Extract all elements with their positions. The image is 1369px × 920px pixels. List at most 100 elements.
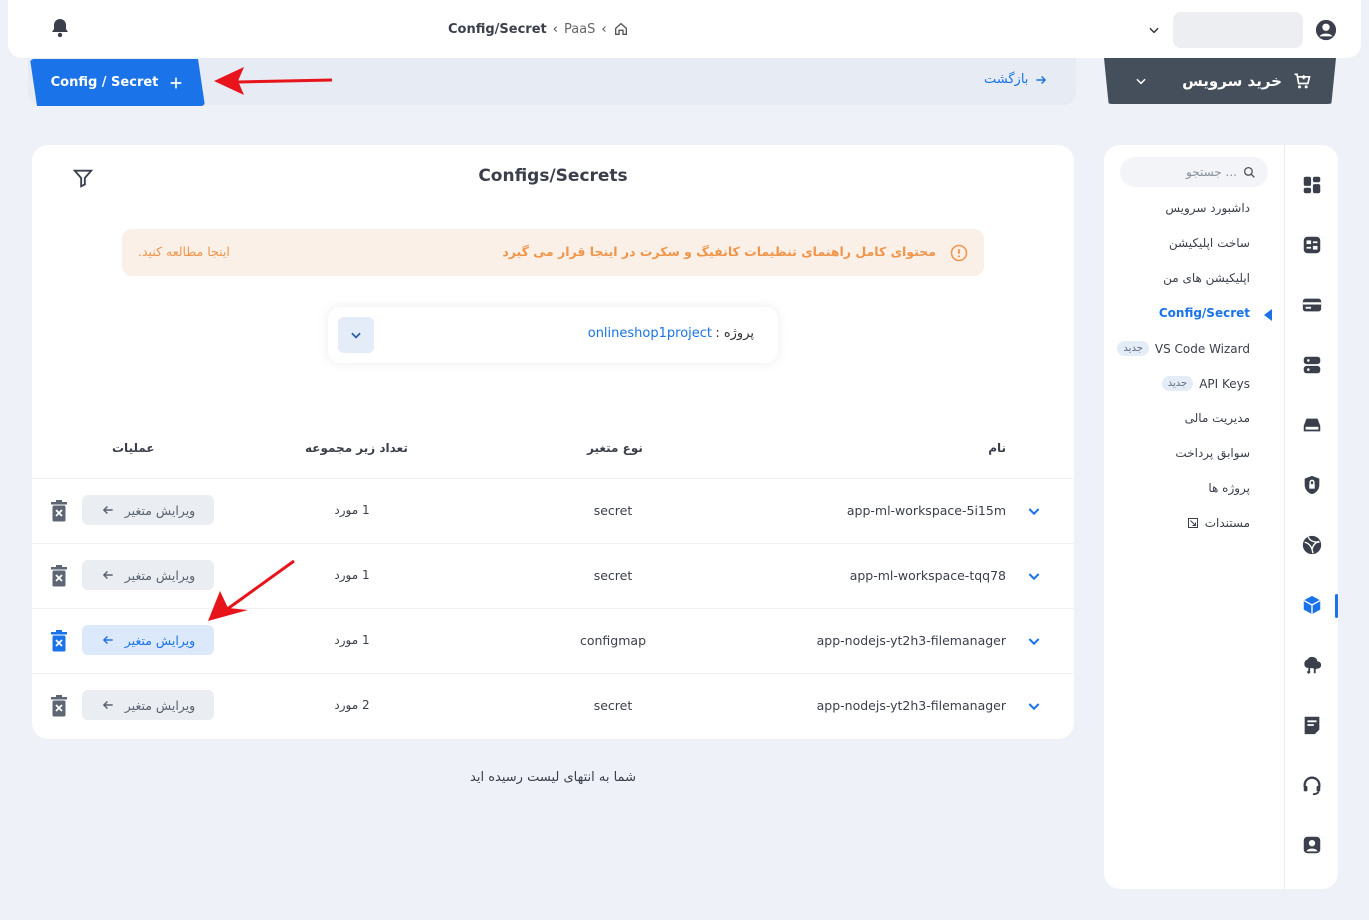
sidebar-item-label: پروژه ها: [1208, 481, 1250, 495]
sidebar-item-label: ساخت اپلیکیشن: [1168, 236, 1250, 250]
row-name: app-nodejs-yt2h3-filemanager: [816, 633, 1006, 648]
edit-variable-label: ویرایش متغیر: [124, 567, 196, 583]
configs-card: Configs/Secrets محتوای کامل راهنمای تنظی…: [32, 145, 1074, 739]
back-label: بازگشت: [984, 72, 1029, 87]
annotation-arrow-icon: [208, 559, 295, 621]
row-count: 1 مورد: [334, 633, 370, 647]
sidebar-search-input[interactable]: جستجو ...: [1120, 157, 1268, 187]
project-value: onlineshop1project: [587, 326, 712, 341]
column-header-type: نوع متغیر: [587, 441, 643, 455]
delete-icon[interactable]: [50, 500, 68, 522]
row-type: secret: [593, 503, 633, 518]
card-icon[interactable]: [1301, 294, 1323, 316]
security-lock-icon[interactable]: [1301, 474, 1323, 496]
user-avatar-icon[interactable]: [1315, 19, 1337, 41]
cart-icon: [1294, 73, 1311, 89]
sidebar-item-label: سوابق پرداخت: [1175, 446, 1250, 460]
sidebar-item-label: مدیریت مالی: [1184, 411, 1250, 425]
edit-variable-label: ویرایش متغیر: [124, 697, 196, 713]
row-count: 1 مورد: [334, 503, 370, 517]
edit-variable-button[interactable]: ویرایش متغیر: [82, 690, 214, 720]
breadcrumb-current: Config/Secret: [448, 21, 547, 37]
back-link[interactable]: بازگشت: [984, 72, 1048, 87]
project-selector[interactable]: پروژه : onlineshop1project: [328, 307, 778, 363]
sidebar-item-api-keys[interactable]: API Keys جدید: [1161, 376, 1250, 391]
app-builder-icon[interactable]: [1301, 234, 1323, 256]
external-link-icon: [1187, 518, 1198, 528]
row-name: app-nodejs-yt2h3-filemanager: [816, 698, 1006, 713]
delete-icon[interactable]: [50, 695, 68, 717]
alert-message: محتوای کامل راهنمای تنظیمات کانفیگ و سکر…: [502, 244, 936, 259]
table-row[interactable]: app-nodejs-yt2h3-filemanager secret 2 مو…: [32, 673, 1074, 738]
edit-variable-label: ویرایش متغیر: [124, 632, 196, 648]
new-badge: جدید: [1117, 341, 1149, 356]
expand-chevron-icon[interactable]: [1026, 568, 1042, 584]
notes-icon[interactable]: [1301, 714, 1323, 736]
info-alert: محتوای کامل راهنمای تنظیمات کانفیگ و سکر…: [122, 229, 984, 276]
sidebar-item-projects[interactable]: پروژه ها: [1208, 481, 1250, 495]
network-globe-icon[interactable]: [1301, 534, 1323, 556]
sidebar: جستجو ... داشبورد سرویس ساخت اپلیکیشن اپ…: [1104, 145, 1338, 889]
home-icon[interactable]: [613, 21, 629, 37]
arrow-left-icon: [102, 505, 113, 515]
plus-icon: [171, 77, 182, 88]
sidebar-item-payment-history[interactable]: سوابق پرداخت: [1175, 446, 1250, 460]
notification-bell-icon[interactable]: [48, 16, 72, 40]
storage-icon[interactable]: [1301, 414, 1323, 436]
new-badge: جدید: [1161, 376, 1194, 391]
active-indicator-icon: [1264, 309, 1272, 321]
top-bar: Config/Secret ‹ PaaS ‹: [8, 0, 1361, 58]
support-headset-icon[interactable]: [1301, 774, 1323, 796]
row-type: configmap: [579, 633, 647, 648]
annotation-arrow-icon: [214, 67, 333, 95]
row-type: secret: [593, 568, 633, 583]
breadcrumb: Config/Secret ‹ PaaS ‹: [448, 18, 629, 40]
server-icon[interactable]: [1301, 354, 1323, 376]
alert-read-link[interactable]: اینجا مطالعه کنید.: [138, 244, 230, 259]
buy-service-label: خرید سرویس: [1182, 72, 1282, 90]
new-config-label: Config / Secret: [50, 75, 159, 90]
new-config-secret-tab[interactable]: Config / Secret: [30, 59, 205, 106]
delete-icon[interactable]: [50, 565, 68, 587]
user-menu[interactable]: [1147, 12, 1337, 48]
arrow-left-icon: [102, 700, 113, 710]
arrow-left-icon: [102, 635, 113, 645]
sidebar-item-config-secret[interactable]: Config/Secret: [1159, 306, 1250, 320]
breadcrumb-paas[interactable]: PaaS: [564, 22, 595, 37]
edit-variable-button[interactable]: ویرایش متغیر: [82, 625, 214, 655]
icon-rail: [1284, 145, 1338, 889]
edit-variable-label: ویرایش متغیر: [124, 502, 196, 518]
sidebar-item-label: مستندات: [1204, 516, 1250, 530]
user-profile-icon[interactable]: [1301, 834, 1323, 856]
search-placeholder: جستجو ...: [1186, 165, 1237, 179]
search-icon: [1243, 166, 1255, 178]
sidebar-item-docs[interactable]: مستندات: [1187, 516, 1250, 530]
sidebar-item-my-apps[interactable]: اپلیکیشن های من: [1163, 271, 1250, 285]
paas-cube-icon[interactable]: [1301, 594, 1323, 616]
dashboard-icon[interactable]: [1301, 174, 1323, 196]
cloud-transfer-icon[interactable]: [1301, 654, 1323, 676]
expand-chevron-icon[interactable]: [1026, 633, 1042, 649]
edit-variable-button[interactable]: ویرایش متغیر: [82, 495, 214, 525]
sidebar-item-label: داشبورد سرویس: [1165, 201, 1250, 215]
project-dropdown-button[interactable]: [338, 317, 374, 353]
end-of-list-message: شما به انتهای لیست رسیده اید: [470, 770, 636, 785]
table-row[interactable]: app-ml-workspace-tqq78 secret 1 مورد ویر…: [32, 543, 1074, 608]
sidebar-item-vscode-wizard[interactable]: VS Code Wizard جدید: [1117, 341, 1250, 356]
sidebar-item-create-app[interactable]: ساخت اپلیکیشن: [1169, 236, 1250, 250]
row-count: 1 مورد: [334, 568, 370, 582]
delete-icon[interactable]: [50, 630, 68, 652]
chevron-down-icon: [351, 332, 361, 339]
sidebar-item-service-dashboard[interactable]: داشبورد سرویس: [1165, 201, 1250, 215]
row-name: app-ml-workspace-5i15m: [846, 503, 1006, 518]
sidebar-item-financial[interactable]: مدیریت مالی: [1185, 411, 1250, 425]
sidebar-item-label: اپلیکیشن های من: [1163, 271, 1250, 285]
table-row[interactable]: app-nodejs-yt2h3-filemanager configmap 1…: [32, 608, 1074, 673]
expand-chevron-icon[interactable]: [1026, 698, 1042, 714]
chevron-down-icon[interactable]: [1147, 23, 1161, 37]
expand-chevron-icon[interactable]: [1026, 503, 1042, 519]
edit-variable-button[interactable]: ویرایش متغیر: [82, 560, 214, 590]
info-icon: [950, 244, 968, 262]
table-row[interactable]: app-ml-workspace-5i15m secret 1 مورد ویر…: [32, 478, 1074, 543]
buy-service-button[interactable]: خرید سرویس: [1104, 58, 1336, 104]
